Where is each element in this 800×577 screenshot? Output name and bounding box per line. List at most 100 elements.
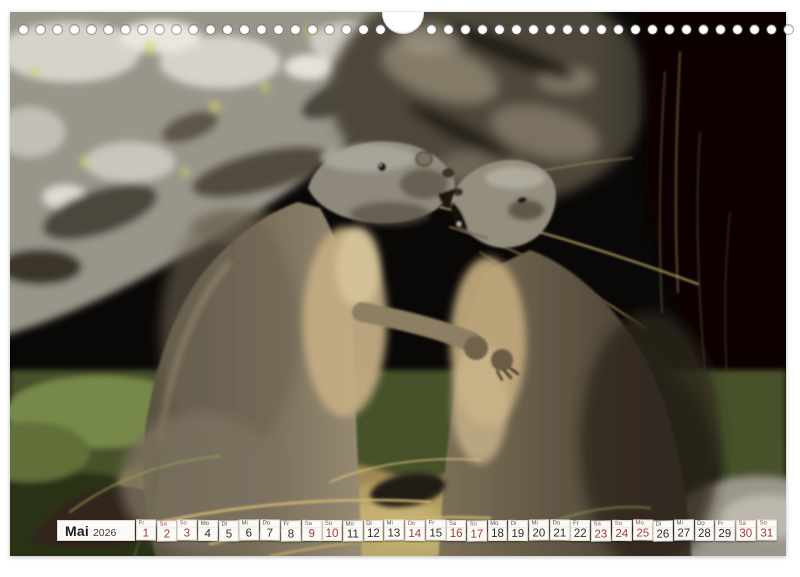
- punch-hole: [257, 25, 266, 34]
- day-number: 1: [137, 527, 155, 539]
- punch-hole: [631, 25, 640, 34]
- punch-hole: [750, 25, 759, 34]
- day-cell-1: Fr1: [136, 519, 156, 540]
- punch-hole: [342, 25, 351, 34]
- day-number: 6: [240, 527, 258, 539]
- punch-hole: [359, 25, 368, 34]
- punch-hole: [546, 25, 555, 34]
- marmot-photo-illustration: [10, 12, 786, 556]
- punch-hole: [87, 25, 96, 34]
- punch-hole: [53, 25, 62, 34]
- day-number: 30: [737, 528, 755, 540]
- day-number: 13: [385, 527, 403, 539]
- punch-hole: [444, 25, 453, 34]
- weekday-label: Fr: [571, 521, 589, 528]
- punch-hole: [512, 25, 521, 34]
- day-cell-2: Sa2: [157, 520, 177, 541]
- day-cell-17: So17: [467, 520, 487, 541]
- day-cell-9: Sa9: [301, 520, 321, 541]
- punch-hole: [19, 25, 28, 34]
- weekday-label: Mo: [489, 521, 507, 528]
- day-cell-11: Mo11: [343, 520, 363, 541]
- day-cell-18: Mo18: [488, 520, 508, 541]
- day-cell-30: Sa30: [736, 520, 756, 541]
- punch-hole: [70, 25, 79, 34]
- day-cell-23: Sa23: [591, 520, 611, 541]
- day-number: 20: [530, 527, 548, 539]
- day-number: 17: [468, 528, 486, 540]
- punch-hole: [138, 25, 147, 34]
- day-number: 25: [633, 527, 651, 539]
- day-number: 24: [613, 528, 631, 540]
- day-number: 7: [261, 527, 279, 539]
- punch-hole: [529, 25, 538, 34]
- weekday-label: Di: [365, 521, 383, 528]
- punch-hole: [36, 25, 45, 34]
- day-cell-25: Mo25: [632, 519, 652, 540]
- punch-hole: [206, 25, 215, 34]
- weekday-label: Sa: [737, 521, 755, 528]
- day-number: 19: [509, 528, 527, 540]
- month-label: Mai: [65, 523, 89, 540]
- punch-hole: [121, 25, 130, 34]
- day-cell-31: So31: [757, 519, 777, 540]
- punch-hole: [597, 25, 606, 34]
- day-cell-10: So10: [322, 520, 342, 541]
- day-cell-28: Do28: [695, 520, 715, 541]
- day-cell-6: Mi6: [239, 519, 259, 540]
- punch-hole: [427, 25, 436, 34]
- day-cell-22: Fr22: [570, 520, 590, 541]
- day-number: 8: [282, 528, 300, 540]
- weekday-label: Sa: [447, 521, 465, 528]
- weekday-label: Do: [696, 521, 714, 528]
- day-number: 27: [675, 527, 693, 539]
- day-number: 26: [654, 528, 672, 540]
- weekday-label: So: [323, 521, 341, 528]
- punch-hole: [563, 25, 572, 34]
- year-label: 2026: [93, 525, 116, 542]
- day-number: 10: [323, 528, 341, 540]
- day-cell-5: Di5: [219, 520, 239, 541]
- punch-hole: [291, 25, 300, 34]
- punch-hole: [223, 25, 232, 34]
- day-number: 12: [365, 528, 383, 540]
- day-number: 14: [406, 528, 424, 540]
- punch-hole: [376, 25, 385, 34]
- punch-hole: [733, 25, 742, 34]
- day-number: 4: [199, 528, 217, 540]
- day-cell-14: Do14: [405, 520, 425, 541]
- calendar-page: Mai 2026 Fr1Sa2So3Mo4Di5Mi6Do7Fr8Sa9So10…: [0, 0, 800, 577]
- day-number: 15: [427, 527, 445, 539]
- day-number: 22: [571, 528, 589, 540]
- punch-hole: [614, 25, 623, 34]
- day-number: 23: [592, 528, 610, 540]
- day-cell-13: Mi13: [384, 519, 404, 540]
- punch-hole: [461, 25, 470, 34]
- punch-hole: [308, 25, 317, 34]
- month-year-box: Mai 2026: [57, 520, 135, 541]
- day-number: 29: [716, 528, 734, 540]
- day-number: 18: [489, 528, 507, 540]
- day-number: 11: [344, 528, 362, 540]
- punch-hole: [580, 25, 589, 34]
- day-number: 3: [178, 527, 196, 539]
- punch-hole: [495, 25, 504, 34]
- punch-hole: [104, 25, 113, 34]
- punch-hole: [767, 25, 776, 34]
- day-cell-29: Fr29: [715, 520, 735, 541]
- punch-hole: [172, 25, 181, 34]
- punch-hole: [325, 25, 334, 34]
- day-cell-7: Do7: [260, 519, 280, 540]
- day-cell-15: Fr15: [426, 519, 446, 540]
- day-cell-8: Fr8: [281, 520, 301, 541]
- day-number: 5: [220, 528, 238, 540]
- day-cell-19: Di19: [508, 520, 528, 541]
- day-number: 31: [758, 527, 776, 539]
- punch-hole: [189, 25, 198, 34]
- punch-hole: [648, 25, 657, 34]
- day-cell-4: Mo4: [198, 520, 218, 541]
- day-number: 21: [551, 527, 569, 539]
- photo-area: [10, 12, 786, 556]
- calendar-strip: Mai 2026 Fr1Sa2So3Mo4Di5Mi6Do7Fr8Sa9So10…: [57, 520, 776, 542]
- punch-hole: [478, 25, 487, 34]
